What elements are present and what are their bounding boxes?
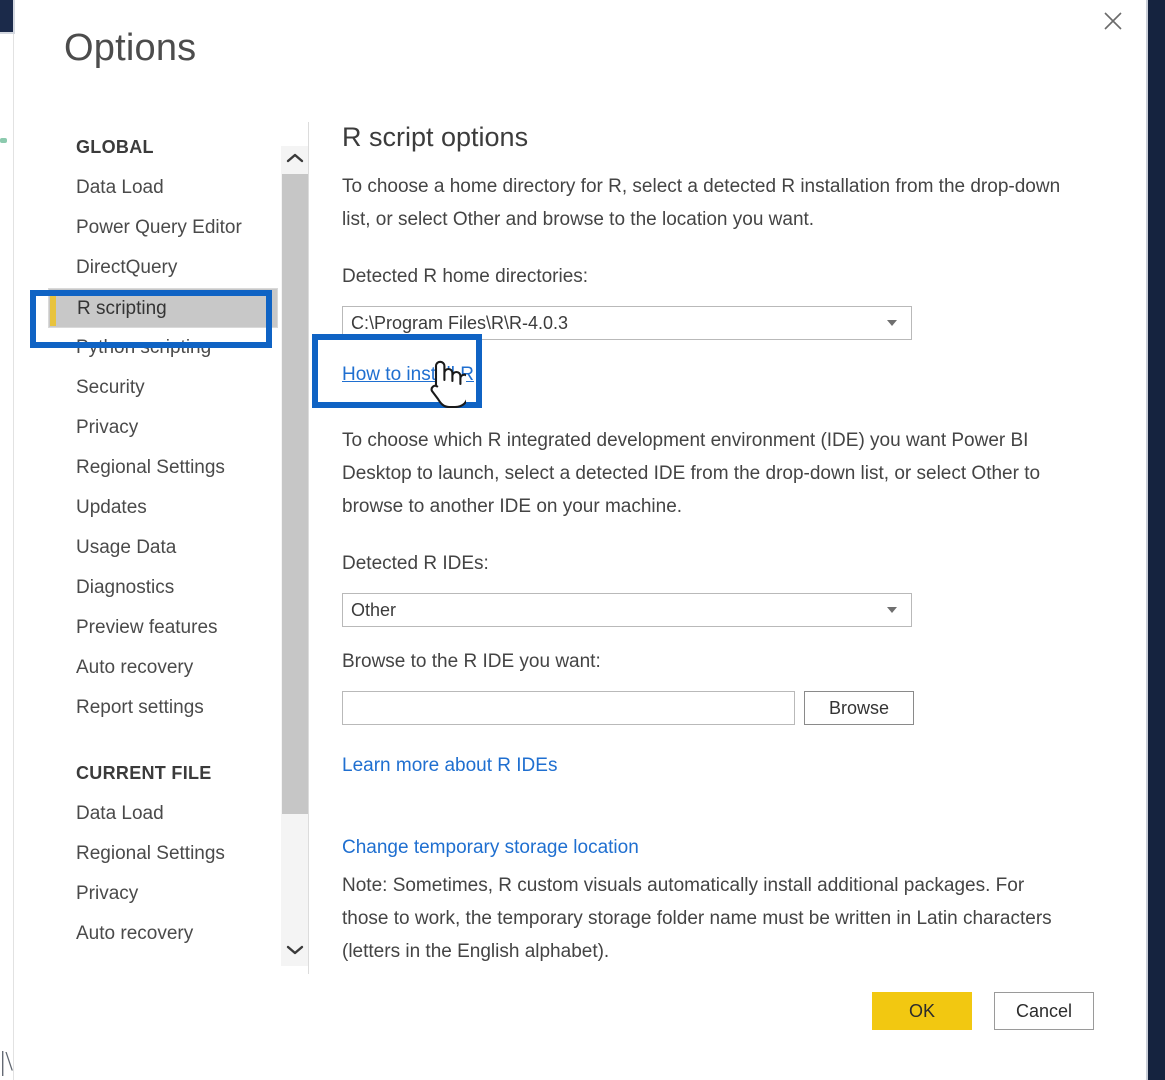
sidebar-item-current-privacy[interactable]: Privacy <box>48 874 278 914</box>
how-to-install-r-link[interactable]: How to install R <box>342 364 474 385</box>
r-home-directory-value: C:\Program Files\R\R-4.0.3 <box>351 312 569 333</box>
app-background-ghost-text: |\ <box>0 1046 13 1076</box>
sidebar-scrollbar[interactable] <box>281 146 309 966</box>
dialog-footer: OK Cancel <box>872 992 1094 1030</box>
scrollbar-down-button[interactable] <box>281 938 309 966</box>
chevron-down-icon <box>285 943 305 962</box>
r-ide-value: Other <box>351 599 397 620</box>
page-title: Options <box>64 27 197 69</box>
cancel-button[interactable]: Cancel <box>994 992 1094 1030</box>
sidebar-item-security[interactable]: Security <box>48 368 278 408</box>
app-background-left-rule <box>13 34 14 1080</box>
r-ide-dropdown[interactable]: Other <box>342 593 912 627</box>
sidebar-item-directquery[interactable]: DirectQuery <box>48 248 278 288</box>
sidebar-item-regional-settings[interactable]: Regional Settings <box>48 448 278 488</box>
browse-ide-label: Browse to the R IDE you want: <box>342 651 601 672</box>
chevron-down-icon <box>887 320 897 326</box>
scrollbar-thumb[interactable] <box>282 174 308 814</box>
change-temporary-storage-location-link[interactable]: Change temporary storage location <box>342 837 639 858</box>
sidebar-item-diagnostics[interactable]: Diagnostics <box>48 568 278 608</box>
home-directory-label: Detected R home directories: <box>342 266 589 287</box>
options-sidebar: GLOBAL Data Load Power Query Editor Dire… <box>48 126 278 976</box>
sidebar-item-r-scripting[interactable]: R scripting <box>48 288 278 328</box>
sidebar-item-report-settings[interactable]: Report settings <box>48 688 278 728</box>
browse-row: Browse <box>342 691 1082 725</box>
close-button[interactable] <box>1090 0 1136 42</box>
sidebar-item-preview-features[interactable]: Preview features <box>48 608 278 648</box>
close-icon <box>1101 9 1125 33</box>
detected-ides-label: Detected R IDEs: <box>342 553 489 574</box>
ide-paragraph: To choose which R integrated development… <box>342 430 1041 517</box>
options-dialog: Options GLOBAL Data Load Power Query Edi… <box>18 0 1146 1080</box>
ok-button[interactable]: OK <box>872 992 972 1030</box>
sidebar-item-current-data-load[interactable]: Data Load <box>48 794 278 834</box>
chevron-down-icon <box>887 607 897 613</box>
sidebar-item-python-scripting[interactable]: Python scripting <box>48 328 278 368</box>
panel-heading: R script options <box>342 122 529 152</box>
sidebar-item-updates[interactable]: Updates <box>48 488 278 528</box>
app-background-green-dot <box>0 138 7 143</box>
browse-button[interactable]: Browse <box>804 691 914 725</box>
sidebar-item-current-regional-settings[interactable]: Regional Settings <box>48 834 278 874</box>
scrollbar-up-button[interactable] <box>281 146 309 174</box>
browse-ide-input[interactable] <box>342 691 795 725</box>
sidebar-item-current-auto-recovery[interactable]: Auto recovery <box>48 914 278 954</box>
sidebar-group-header-current-file: CURRENT FILE <box>76 763 212 783</box>
sidebar-group-header-global: GLOBAL <box>76 137 154 157</box>
note-paragraph: Note: Sometimes, R custom visuals automa… <box>342 875 1052 962</box>
app-background-right-strip <box>1146 0 1165 1080</box>
sidebar-item-usage-data[interactable]: Usage Data <box>48 528 278 568</box>
r-home-directory-dropdown[interactable]: C:\Program Files\R\R-4.0.3 <box>342 306 912 340</box>
learn-more-about-r-ides-link[interactable]: Learn more about R IDEs <box>342 755 557 776</box>
sidebar-item-auto-recovery[interactable]: Auto recovery <box>48 648 278 688</box>
sidebar-item-data-load[interactable]: Data Load <box>48 168 278 208</box>
r-script-options-panel: R script options To choose a home direct… <box>342 120 1082 968</box>
chevron-up-icon <box>285 151 305 170</box>
intro-paragraph: To choose a home directory for R, select… <box>342 176 1061 230</box>
sidebar-item-privacy[interactable]: Privacy <box>48 408 278 448</box>
app-background-top-left-block <box>0 0 15 34</box>
sidebar-item-power-query-editor[interactable]: Power Query Editor <box>48 208 278 248</box>
panel-divider <box>308 122 309 974</box>
